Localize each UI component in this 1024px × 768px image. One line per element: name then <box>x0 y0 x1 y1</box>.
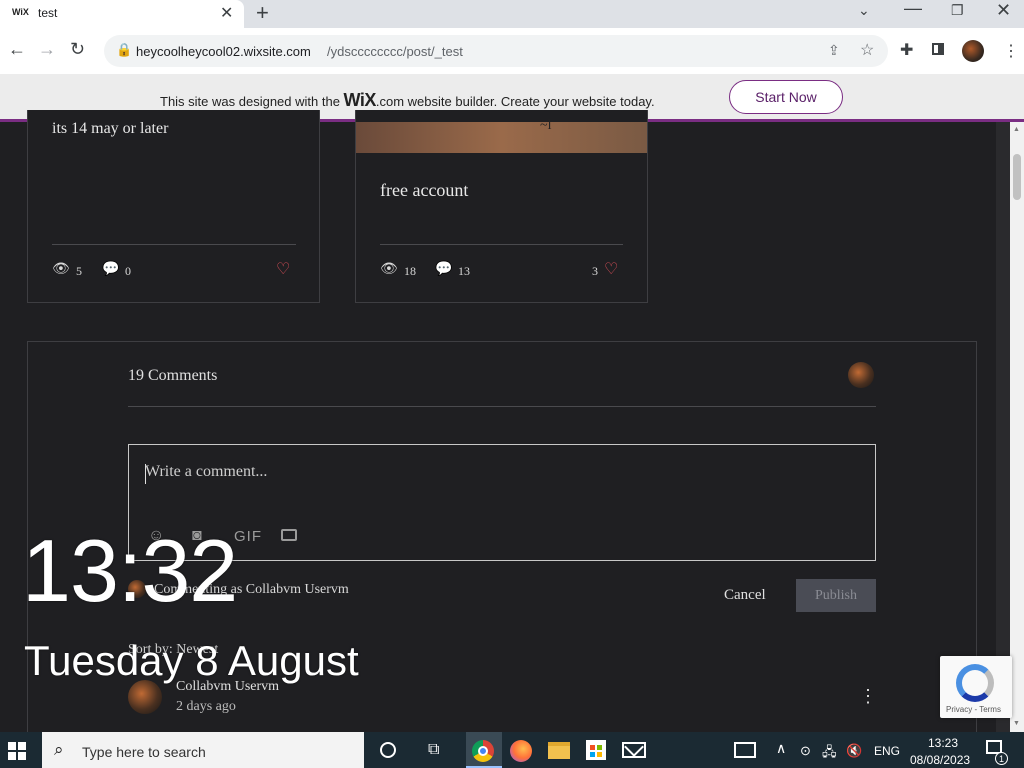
comments-divider <box>128 406 876 407</box>
page-scrollbar[interactable] <box>1010 122 1024 732</box>
side-panel-icon[interactable] <box>932 43 944 55</box>
taskbar-search-placeholder: Type here to search <box>82 744 206 760</box>
overlay-date: Tuesday 8 August <box>24 637 359 684</box>
firefox-icon[interactable] <box>510 740 532 762</box>
reload-icon[interactable]: ↻ <box>70 39 85 60</box>
extensions-puzzle-icon[interactable]: ✚ <box>900 40 913 60</box>
notification-count-badge: 1 <box>995 752 1008 765</box>
tab-search-chevron-icon[interactable]: ⌄ <box>858 2 870 19</box>
share-icon[interactable]: ⇪ <box>828 42 840 59</box>
scroll-up-arrow-icon[interactable]: ▲ <box>1013 126 1020 133</box>
lock-icon[interactable]: 🔒 <box>116 42 132 58</box>
url-host: heycoolheycool02.wixsite.com <box>136 44 311 59</box>
likes-count: 3 <box>592 264 598 278</box>
taskbar-date[interactable]: 08/08/2023 <box>910 753 970 767</box>
cortana-icon[interactable] <box>380 742 396 758</box>
overlay-clock: 13:32 <box>22 521 238 620</box>
recaptcha-links[interactable]: Privacy - Terms <box>946 705 1001 714</box>
wix-logo: WiX <box>343 90 377 110</box>
comment-timestamp: 2 days ago <box>176 699 236 714</box>
scroll-down-arrow-icon[interactable]: ▼ <box>1013 720 1020 727</box>
post-card-title[interactable]: free account <box>380 180 468 201</box>
tab-title: test <box>38 6 58 20</box>
gif-button[interactable]: GIF <box>234 528 262 545</box>
comment-bubble-icon: 💬 <box>102 260 120 276</box>
search-icon: ⌕ <box>54 740 64 759</box>
publish-button[interactable]: Publish <box>796 579 876 612</box>
network-icon[interactable]: 🖧 <box>822 743 837 765</box>
views-count: 18 <box>404 264 416 278</box>
profile-avatar[interactable] <box>962 40 984 62</box>
recaptcha-logo-icon <box>956 664 994 702</box>
scrollbar-thumb[interactable] <box>1013 154 1021 200</box>
wix-banner-text: This site was designed with the WiX.com … <box>160 90 655 110</box>
comment-more-options-icon[interactable]: ⋮ <box>859 686 877 707</box>
volume-muted-icon[interactable]: 🔇 <box>846 743 862 759</box>
comment-author-avatar[interactable] <box>128 680 162 714</box>
task-view-icon[interactable]: ⧉ <box>428 741 439 759</box>
post-card-image[interactable] <box>356 122 647 153</box>
meet-now-icon[interactable]: ⊙ <box>800 743 811 759</box>
post-card-excerpt: its 14 may or later <box>52 120 169 137</box>
new-tab-button[interactable]: + <box>256 0 269 26</box>
browser-tab[interactable] <box>0 0 244 28</box>
file-explorer-icon[interactable] <box>548 742 570 759</box>
cancel-button[interactable]: Cancel <box>724 587 766 604</box>
language-indicator[interactable]: ENG <box>874 744 900 758</box>
video-icon[interactable] <box>281 529 297 541</box>
page-gutter <box>996 122 1010 732</box>
views-eye-icon: 👁 <box>52 260 70 276</box>
wix-favicon-icon: WiX <box>12 7 29 17</box>
taskbar-time[interactable]: 13:23 <box>928 736 958 750</box>
comments-count: 0 <box>125 264 131 278</box>
comment-bubble-icon: 💬 <box>435 260 453 276</box>
start-now-button[interactable]: Start Now <box>729 80 843 114</box>
card-divider <box>52 244 296 245</box>
views-count: 5 <box>76 264 82 278</box>
mail-icon[interactable] <box>622 742 646 758</box>
like-heart-icon[interactable]: ♡ <box>276 259 290 279</box>
comment-input-placeholder: Write a comment... <box>145 463 268 480</box>
microsoft-store-icon[interactable] <box>586 740 606 760</box>
tray-overflow-chevron-icon[interactable]: ∧ <box>776 740 786 757</box>
back-arrow-icon[interactable]: ← <box>8 39 26 60</box>
forward-arrow-icon[interactable]: → <box>38 39 56 60</box>
views-eye-icon: 👁 <box>380 260 398 276</box>
user-avatar[interactable] <box>848 362 874 388</box>
chrome-icon[interactable] <box>472 740 494 762</box>
window-minimize-icon[interactable]: — <box>904 0 922 19</box>
browser-menu-icon[interactable]: ⋮ <box>1003 41 1019 61</box>
post-card-image-mark: ~l <box>540 118 552 133</box>
comments-heading: 19 Comments <box>128 367 218 384</box>
comments-count: 13 <box>458 264 470 278</box>
window-restore-icon[interactable]: ❐ <box>951 2 964 19</box>
like-heart-icon[interactable]: ♡ <box>604 259 618 279</box>
tab-close-icon[interactable]: ✕ <box>220 3 233 23</box>
card-divider <box>380 244 623 245</box>
bookmark-star-icon[interactable]: ☆ <box>860 40 874 60</box>
url-path: /ydscccccccc/post/_test <box>327 44 463 59</box>
window-close-icon[interactable]: ✕ <box>996 0 1011 21</box>
windows-start-icon[interactable] <box>8 742 26 760</box>
news-widget-icon[interactable] <box>734 742 756 758</box>
